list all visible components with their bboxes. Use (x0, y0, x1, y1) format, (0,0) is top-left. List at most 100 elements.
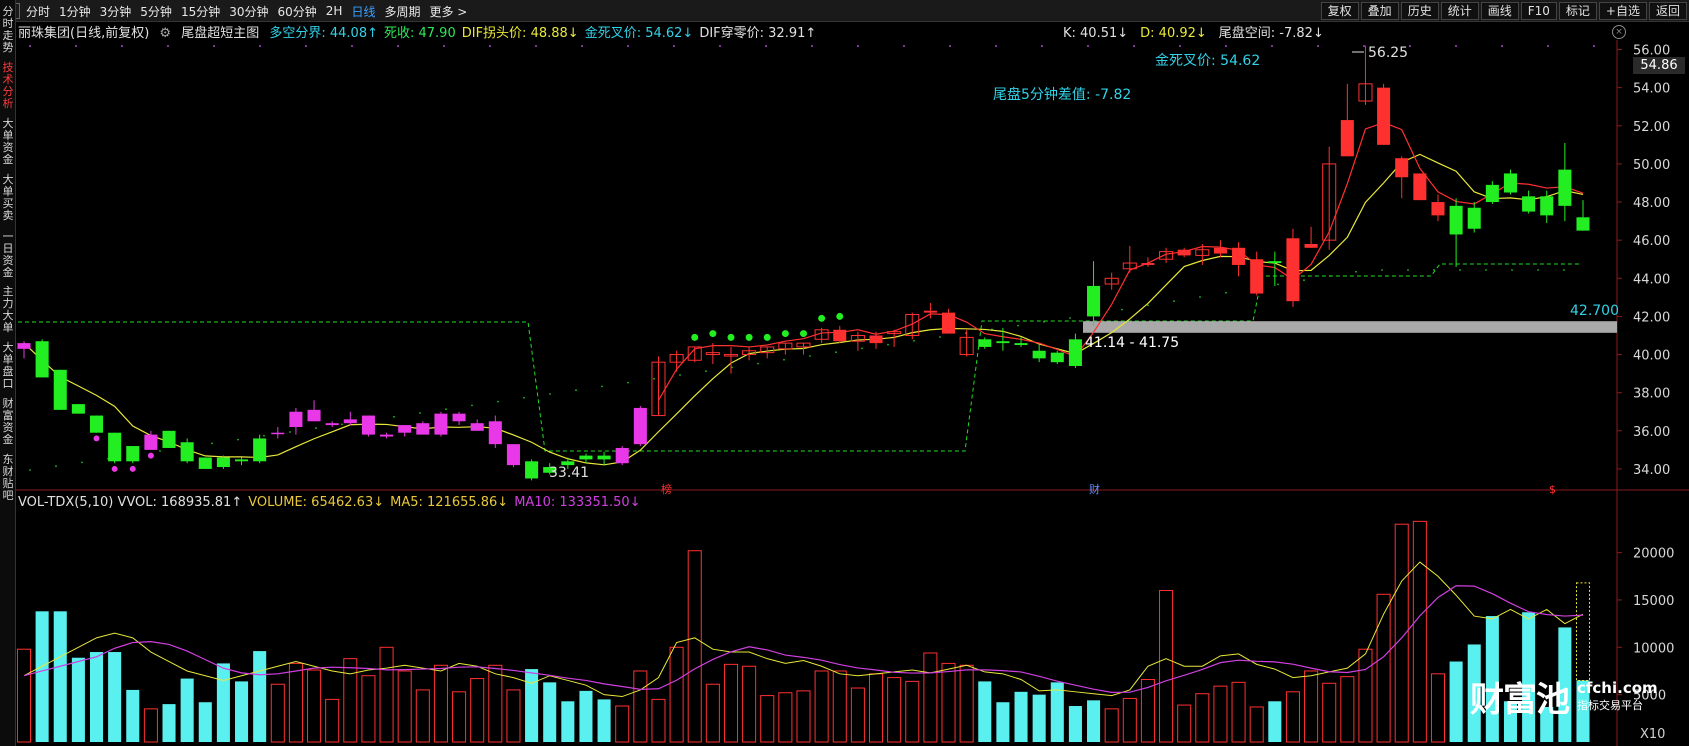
candle-body (597, 455, 611, 460)
volume-bar-35 (651, 698, 666, 743)
info-row-value-4: DIF穿零价: 32.91↑ (699, 26, 817, 41)
tool-button-6[interactable]: 标记 (1558, 2, 1597, 20)
trend-dot (1407, 269, 1409, 271)
main-chart[interactable]: 34.00 36.00 38.00 40.00 42.00 44.00 46.00 48.00… (16, 22, 1689, 746)
trend-dot (1043, 320, 1045, 323)
candle-body (488, 421, 502, 445)
tab-period-8[interactable]: 日线 (351, 3, 375, 20)
kd-row-value-2: 尾盘空间: -7.82↓ (1218, 26, 1324, 41)
tool-button-2[interactable]: 历史 (1400, 2, 1439, 20)
indicator-name[interactable]: 尾盘超短主图 (181, 26, 259, 41)
volume-bar-34 (633, 670, 648, 743)
candle-40 (742, 346, 757, 361)
candle-body (289, 411, 303, 427)
candle-body (1522, 196, 1536, 212)
tab-period-7[interactable]: 2H (326, 4, 343, 18)
sidebar-item-7[interactable]: 财富资金 (0, 398, 16, 446)
top-dot (535, 45, 537, 47)
volume-bar-42 (778, 692, 793, 743)
tool-button-7[interactable]: +自选 (1598, 2, 1647, 20)
top-dot (397, 45, 399, 47)
volume-bar-73 (1340, 676, 1355, 743)
volume-bar-32 (597, 699, 611, 742)
signal-dot-magenta (93, 435, 100, 442)
candle-body (108, 432, 122, 462)
top-dot (765, 45, 767, 47)
volume-bar-46 (850, 687, 865, 743)
trend-dot (81, 461, 83, 464)
sidebar-item-6[interactable]: 大单盘口 (0, 342, 16, 390)
tab-period-1[interactable]: 1分钟 (59, 3, 91, 20)
candle-body (1141, 263, 1155, 265)
sidebar-item-5[interactable]: 主力大单 (0, 286, 16, 334)
tab-period-10[interactable]: 更多 > (429, 3, 467, 20)
signal-dot (709, 330, 717, 338)
sidebar-item-8[interactable]: 东财贴吧 (0, 454, 16, 502)
candle-16 (307, 400, 321, 422)
candle-body (1576, 217, 1590, 231)
trend-dot (1511, 269, 1513, 271)
volume-bar-12 (235, 681, 249, 742)
sidebar-item-0[interactable]: 分时走势 (0, 6, 16, 54)
tab-period-4[interactable]: 15分钟 (181, 3, 220, 20)
tab-period-6[interactable]: 60分钟 (278, 3, 317, 20)
tool-button-8[interactable]: 返回 (1648, 2, 1687, 20)
volume-bar-20 (379, 646, 394, 743)
volume-bar-14 (270, 683, 285, 743)
tool-button-3[interactable]: 统计 (1440, 2, 1479, 20)
candle-78 (1431, 194, 1445, 222)
candle-body (1413, 173, 1427, 201)
price-tick-label-10: 54.00 (1633, 82, 1670, 97)
tool-button-0[interactable]: 复权 (1320, 2, 1359, 20)
volume-bar-7 (143, 708, 158, 743)
trend-dot (705, 370, 707, 373)
volume-bar-54 (996, 702, 1010, 742)
candle-body (434, 413, 448, 435)
sidebar-item-2[interactable]: 大单资金 (0, 118, 16, 166)
volume-bar-61 (1122, 697, 1137, 743)
tool-button-5[interactable]: F10 (1520, 2, 1557, 20)
trend-dot (341, 423, 343, 426)
stock-name[interactable]: 丽珠集团(日线,前复权) (18, 26, 149, 41)
close-icon[interactable]: × (1612, 25, 1626, 39)
marker-s: $ (1549, 483, 1556, 496)
candle-83 (1522, 190, 1536, 214)
price-tick-label-5: 44.00 (1633, 272, 1670, 287)
chart-settings-icon[interactable]: ⚙ (159, 26, 171, 41)
candle-body (271, 432, 285, 435)
top-dot (719, 45, 721, 47)
tab-period-9[interactable]: 多周期 (384, 3, 420, 20)
tab-period-2[interactable]: 3分钟 (100, 3, 132, 20)
candle-41 (760, 346, 775, 359)
high-price-label: 56.25 (1368, 45, 1408, 61)
volume-bar-40 (742, 665, 757, 743)
sidebar-item-4[interactable]: 一日资金 (0, 231, 16, 279)
tool-button-4[interactable]: 画线 (1480, 2, 1519, 20)
top-dot (351, 45, 353, 47)
candle-body (1377, 87, 1391, 145)
candle-body (1068, 339, 1082, 366)
red-ma-line (657, 121, 1584, 401)
candle-86 (1576, 200, 1590, 231)
volume-bar-9 (180, 678, 194, 742)
top-dot (995, 45, 997, 47)
top-dot (1133, 45, 1135, 47)
trend-dot (1017, 324, 1019, 327)
volume-info-row: VOL-TDX(5,10) VVOL: 168935.81↑ VOLUME: 65… (18, 495, 647, 513)
price-tick-label-6: 46.00 (1633, 234, 1670, 249)
tab-period-5[interactable]: 30分钟 (229, 3, 268, 20)
candle-body (1558, 169, 1572, 206)
tool-button-1[interactable]: 叠加 (1360, 2, 1399, 20)
candle-85 (1558, 142, 1572, 222)
top-dot (443, 45, 445, 47)
sidebar-item-3[interactable]: 大单买卖 (0, 174, 16, 222)
candle-14 (271, 426, 285, 439)
trend-dot (237, 438, 239, 441)
volume-bar-66 (1213, 685, 1228, 743)
candle-18 (343, 411, 357, 426)
sidebar-item-1[interactable]: 技术分析 (0, 62, 16, 110)
tab-period-0[interactable]: 分时 (26, 3, 50, 20)
right-tools: 复权 叠加 历史 统计 画线 F10 标记 +自选 返回 (1319, 2, 1687, 20)
tab-period-3[interactable]: 5分钟 (140, 3, 172, 20)
marker-bang: 榜 (661, 482, 672, 496)
